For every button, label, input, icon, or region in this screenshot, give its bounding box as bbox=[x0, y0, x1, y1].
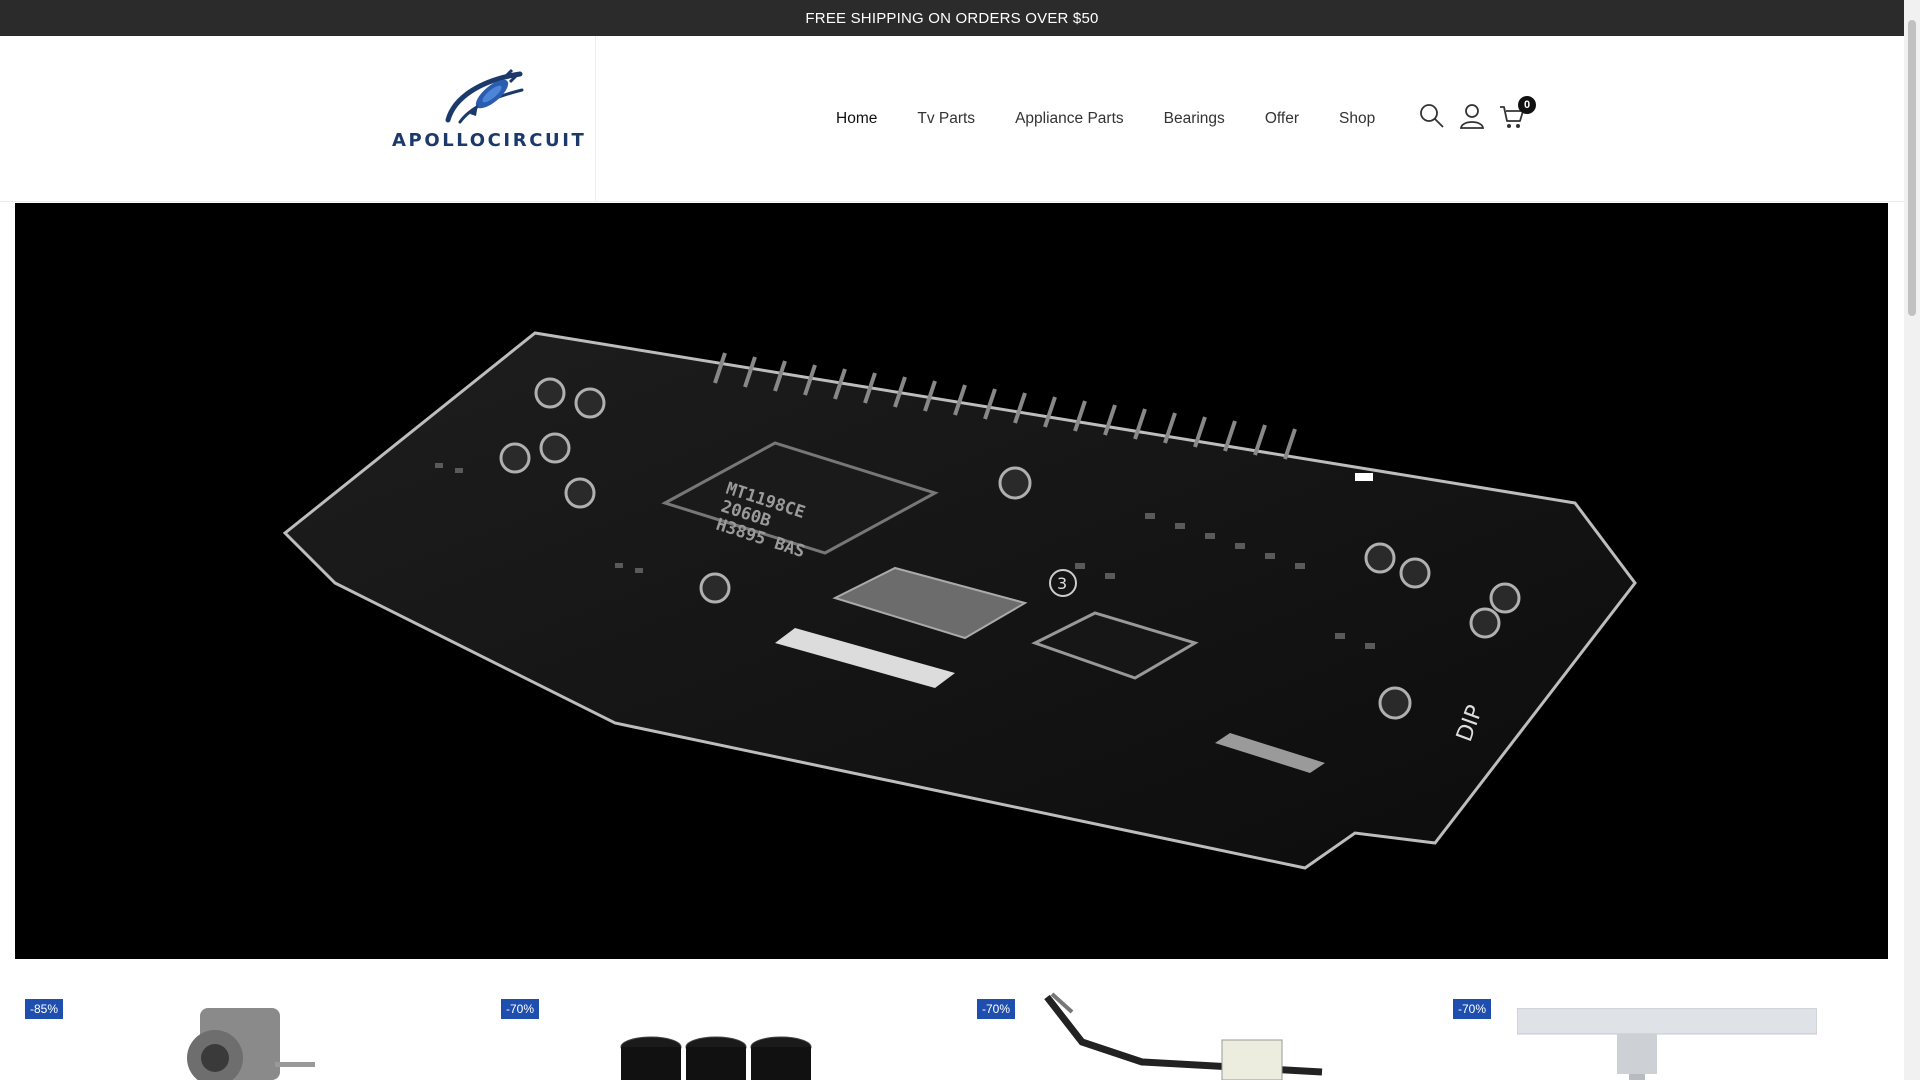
circuit-board-image: MT1198CE 2060B H3895 BAS 3 DIP bbox=[282, 331, 1637, 870]
page-scrollbar[interactable] bbox=[1904, 0, 1920, 1080]
nav-tv-parts[interactable]: Tv Parts bbox=[917, 110, 975, 128]
nav-offer[interactable]: Offer bbox=[1265, 110, 1299, 128]
nav-appliance-parts[interactable]: Appliance Parts bbox=[1015, 110, 1124, 128]
discount-badge: -85% bbox=[25, 999, 64, 1019]
discount-badge: -70% bbox=[977, 999, 1016, 1019]
logo[interactable]: APOLLOCIRCUIT bbox=[373, 36, 596, 201]
nav-shop[interactable]: Shop bbox=[1339, 110, 1375, 128]
product-strip: -85% -70% -70% -70% bbox=[0, 960, 1904, 1080]
gearbox-product-image bbox=[187, 1008, 315, 1080]
discount-badge: -70% bbox=[1453, 999, 1492, 1019]
scrollbar-thumb[interactable] bbox=[1908, 20, 1916, 316]
brand-name: APOLLOCIRCUIT bbox=[392, 130, 587, 151]
cart-count-badge: 0 bbox=[1518, 96, 1536, 114]
product-card[interactable]: -70% bbox=[501, 960, 961, 1080]
product-card[interactable]: -70% bbox=[1453, 960, 1913, 1080]
board-number: 3 bbox=[1057, 574, 1067, 593]
nav-home[interactable]: Home bbox=[836, 110, 877, 128]
search-icon[interactable] bbox=[1418, 102, 1446, 130]
user-icon[interactable] bbox=[1458, 102, 1486, 130]
track-rail-product-image bbox=[1517, 1008, 1817, 1080]
cart-icon[interactable]: 0 bbox=[1498, 96, 1536, 130]
product-card[interactable]: -85% bbox=[25, 960, 485, 1080]
nav-bearings[interactable]: Bearings bbox=[1164, 110, 1225, 128]
rocket-plug-logo-icon bbox=[445, 68, 524, 124]
announcement-text: FREE SHIPPING ON ORDERS OVER $50 bbox=[805, 9, 1099, 27]
main-nav: Home Tv Parts Appliance Parts Bearings O… bbox=[836, 36, 1415, 201]
header-actions: 0 bbox=[1418, 96, 1538, 130]
hero-banner[interactable]: MT1198CE 2060B H3895 BAS 3 DIP bbox=[15, 203, 1888, 959]
capacitor-product-image bbox=[620, 1036, 812, 1080]
product-card[interactable]: -70% bbox=[977, 960, 1437, 1080]
discount-badge: -70% bbox=[501, 999, 540, 1019]
site-header: APOLLOCIRCUIT Home Tv Parts Appliance Pa… bbox=[0, 36, 1904, 202]
announcement-bar: FREE SHIPPING ON ORDERS OVER $50 bbox=[0, 0, 1904, 36]
bracket-product-image bbox=[1044, 992, 1323, 1080]
